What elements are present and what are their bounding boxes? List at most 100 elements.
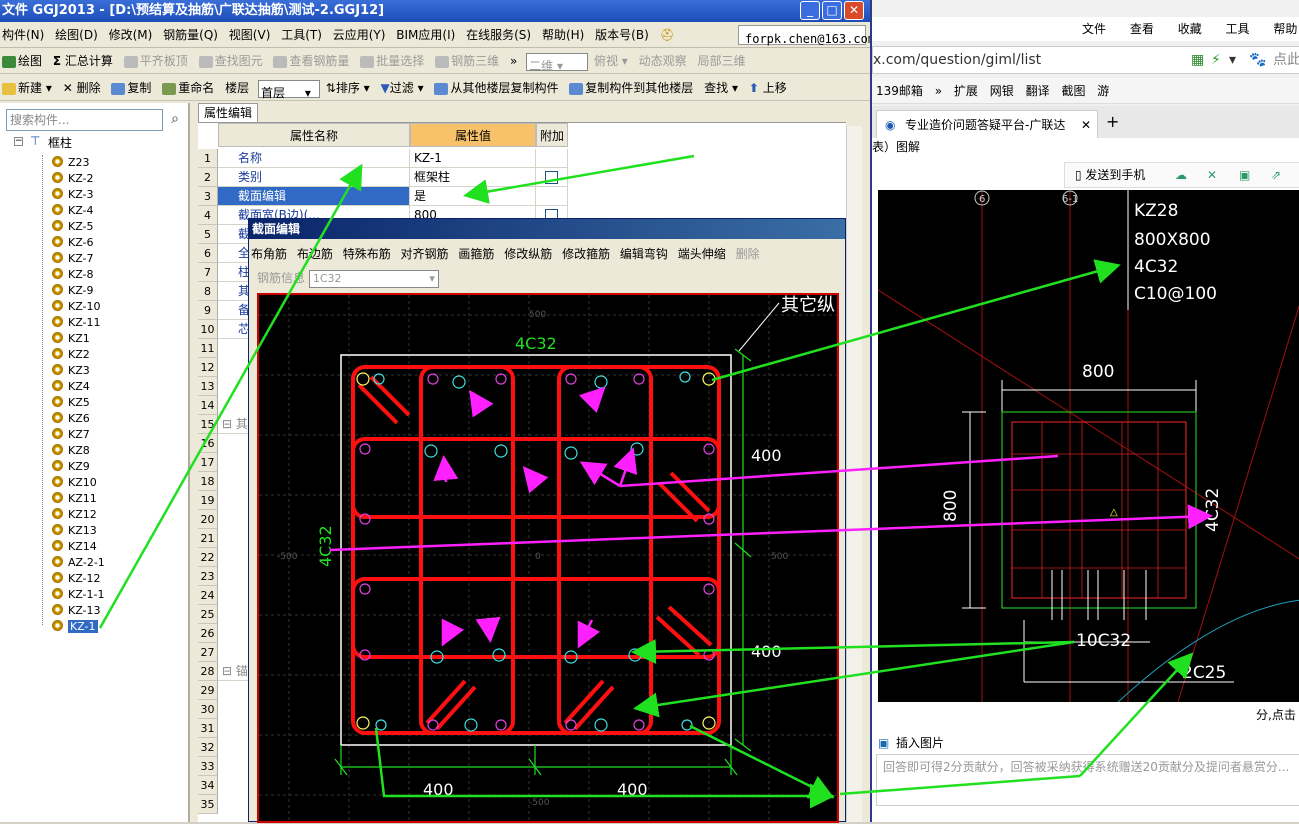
tree-item[interactable]: KZ14 [52, 539, 97, 555]
row-number[interactable]: 34 [198, 776, 218, 795]
row-number[interactable]: 16 [198, 434, 218, 453]
address-bar[interactable]: x.com/question/giml/list ▦ ⚡ ▾ 🐾 点此 [872, 46, 1299, 74]
top-view-button[interactable]: 俯视 ▾ [592, 49, 633, 73]
tree-item[interactable]: KZ5 [52, 395, 90, 411]
new-tab-button[interactable]: + [1106, 112, 1119, 131]
menu-bim[interactable]: BIM应用(I) [394, 22, 460, 48]
tree-item[interactable]: KZ11 [52, 491, 97, 507]
menu-modify[interactable]: 修改(M) [107, 22, 158, 48]
row-number[interactable]: 13 [198, 377, 218, 396]
property-scrollbar[interactable] [846, 126, 862, 822]
reply-textarea[interactable]: 回答即可得2分贡献分，回答被采纳获得系统赠送20贡献分及提问者悬赏分... [876, 754, 1299, 806]
fav-games[interactable]: 游 [1093, 84, 1113, 98]
row-number[interactable]: 20 [198, 510, 218, 529]
tree-item[interactable]: KZ-13 [52, 603, 101, 619]
end-stretch-button[interactable]: 端头伸缩 [676, 243, 730, 265]
row-number[interactable]: 30 [198, 700, 218, 719]
row-number[interactable]: 26 [198, 624, 218, 643]
row-number[interactable]: 2 [198, 168, 218, 187]
menu-draw[interactable]: 绘图(D) [53, 22, 103, 48]
row-number[interactable]: 12 [198, 358, 218, 377]
menu-component[interactable]: 构件(N) [0, 22, 49, 48]
tree-root[interactable]: 框柱 [48, 134, 72, 151]
row-number[interactable]: 28 [198, 662, 218, 681]
browser-menu-view[interactable]: 查看 [1120, 22, 1164, 36]
property-name-cell[interactable]: 类别 [218, 168, 410, 187]
place-corner-rebar-button[interactable]: 布角筋 [249, 243, 291, 265]
tree-item[interactable]: KZ-12 [52, 571, 101, 587]
tree-item[interactable]: KZ9 [52, 459, 90, 475]
row-number[interactable]: 9 [198, 301, 218, 320]
row-number[interactable]: 31 [198, 719, 218, 738]
tree-item[interactable]: KZ-3 [52, 187, 94, 203]
component-search-input[interactable]: 搜索构件... [6, 109, 163, 131]
row-number[interactable]: 18 [198, 472, 218, 491]
lightning-icon[interactable]: ⚡ [1211, 47, 1221, 73]
row-number[interactable]: 23 [198, 567, 218, 586]
tree-item[interactable]: KZ-10 [52, 299, 101, 315]
row-number[interactable]: 7 [198, 263, 218, 282]
tree-item[interactable]: KZ-4 [52, 203, 94, 219]
tab-property-edit[interactable]: 属性编辑 [198, 103, 258, 122]
row-number[interactable]: 14 [198, 396, 218, 415]
delete-rebar-button[interactable]: 删除 [734, 243, 764, 265]
tree-item[interactable]: KZ2 [52, 347, 90, 363]
address-url[interactable]: x.com/question/giml/list [873, 52, 1041, 68]
maximize-button[interactable]: □ [822, 1, 842, 20]
row-number[interactable]: 22 [198, 548, 218, 567]
account-email[interactable]: forpk.chen@163.com ▾ [738, 25, 893, 46]
collapse-icon[interactable]: ⊟ [222, 664, 236, 678]
tree-item[interactable]: KZ-1 [52, 619, 98, 635]
tree-item[interactable]: KZ4 [52, 379, 90, 395]
special-rebar-button[interactable]: 特殊布筋 [341, 243, 395, 265]
tree-item[interactable]: KZ-6 [52, 235, 94, 251]
tree-item[interactable]: KZ1 [52, 331, 90, 347]
attach-checkbox[interactable] [545, 171, 558, 184]
property-value-cell[interactable]: 是 [410, 187, 536, 206]
share-icon[interactable]: ⇗ [1271, 163, 1281, 187]
view-rebar-button[interactable]: 查看钢筋量 [271, 49, 354, 73]
tree-item[interactable]: KZ-5 [52, 219, 94, 235]
browser-menu-tools[interactable]: 工具 [1216, 22, 1260, 36]
rename-button[interactable]: 重命名 [160, 76, 219, 100]
menu-version[interactable]: 版本号(B) [593, 22, 654, 48]
row-number[interactable]: 3 [198, 187, 218, 206]
minimize-button[interactable]: _ [800, 1, 820, 20]
tree-item[interactable]: KZ10 [52, 475, 97, 491]
rebar-info-input[interactable]: 1C32 ▾ [308, 269, 439, 288]
fav-overflow-icon[interactable]: » [931, 84, 946, 98]
tree-item[interactable]: Z23 [52, 155, 90, 171]
tree-item[interactable]: KZ6 [52, 411, 90, 427]
row-number[interactable]: 5 [198, 225, 218, 244]
tree-item[interactable]: KZ-2 [52, 171, 94, 187]
tree-item[interactable]: KZ-1-1 [52, 587, 105, 603]
menu-online[interactable]: 在线服务(S) [464, 22, 536, 48]
move-up-button[interactable]: ⬆ 上移 [747, 76, 792, 100]
tree-collapse-icon[interactable]: − [14, 137, 23, 146]
draw-button[interactable]: 绘图 [0, 49, 47, 73]
row-number[interactable]: 21 [198, 529, 218, 548]
property-name-cell[interactable]: 名称 [218, 149, 410, 168]
flush-slab-button[interactable]: 平齐板顶 [122, 49, 193, 73]
local-3d-button[interactable]: 局部三维 [695, 49, 750, 73]
fav-extension[interactable]: 扩展 [950, 84, 982, 98]
fav-translate[interactable]: 翻译 [1022, 84, 1054, 98]
row-number[interactable]: 8 [198, 282, 218, 301]
tab-close-icon[interactable]: ✕ [1081, 111, 1091, 138]
search-icon[interactable]: ⌕ [164, 109, 186, 131]
copy-button[interactable]: 复制 [109, 76, 156, 100]
cloud-icon[interactable]: ☁ [1175, 163, 1187, 187]
modify-stirrup-button[interactable]: 修改箍筋 [560, 243, 614, 265]
row-number[interactable]: 19 [198, 491, 218, 510]
menu-view[interactable]: 视图(V) [227, 22, 276, 48]
find-element-button[interactable]: 查找图元 [197, 49, 268, 73]
filter-button[interactable]: ▼过滤 ▾ [379, 76, 429, 100]
row-number[interactable]: 17 [198, 453, 218, 472]
rebar-3d-button[interactable]: 钢筋三维 [433, 49, 504, 73]
find-button[interactable]: 查找 ▾ [702, 76, 743, 100]
search-engine-icon[interactable]: 🐾 [1249, 47, 1266, 73]
fav-bank[interactable]: 网银 [986, 84, 1018, 98]
copy-to-floor-button[interactable]: 复制构件到其他楼层 [567, 76, 698, 100]
new-button[interactable]: 新建 ▾ [0, 76, 57, 100]
fullscreen-icon[interactable]: ✕ [1207, 163, 1217, 187]
